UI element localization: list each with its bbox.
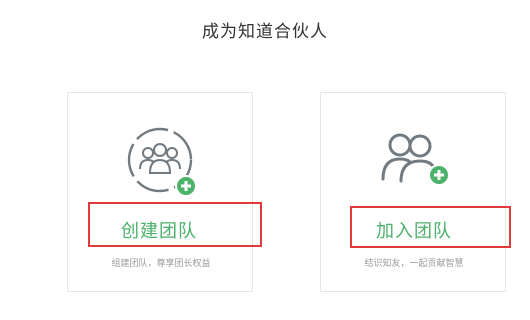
join-team-title[interactable]: 加入团队 — [376, 217, 452, 243]
page-title: 成为知道合伙人 — [202, 22, 328, 42]
create-team-icon — [127, 127, 197, 197]
create-team-description: 组建团队，尊享团长权益 — [111, 259, 211, 269]
create-team-card[interactable]: 创建团队 组建团队，尊享团长权益 — [67, 92, 253, 292]
join-team-description: 结识知友，一起贡献智慧 — [364, 259, 464, 269]
join-team-card[interactable]: 加入团队 结识知友，一起贡献智慧 — [320, 92, 506, 292]
join-team-icon — [381, 133, 450, 186]
create-team-title[interactable]: 创建团队 — [121, 217, 197, 243]
